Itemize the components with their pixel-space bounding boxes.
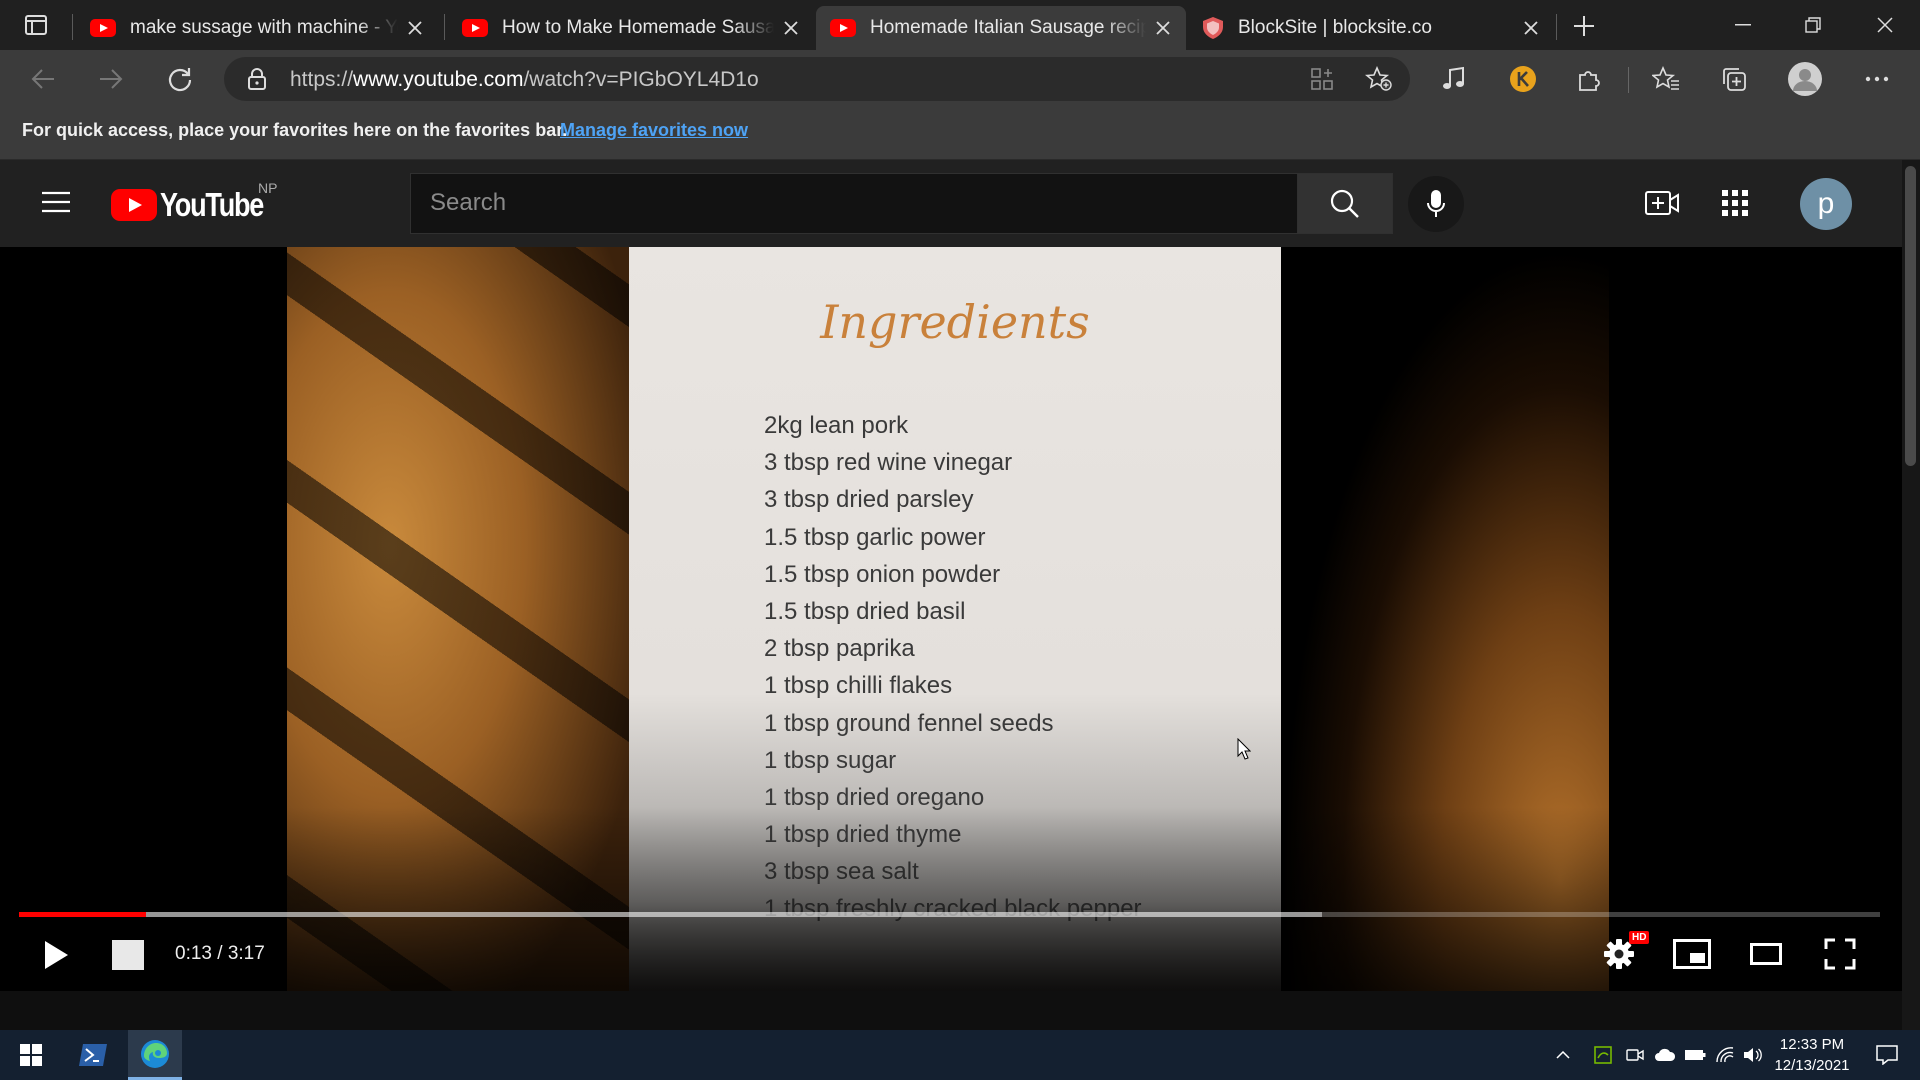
tab-title: make sussage with machine - YouTube	[130, 17, 398, 38]
favorites-bar-message: For quick access, place your favorites h…	[22, 120, 568, 140]
progress-buffered	[19, 912, 1322, 917]
account-avatar[interactable]: p	[1800, 178, 1852, 230]
tab-0[interactable]: make sussage with machine - YouTube	[76, 6, 438, 50]
tab-title: How to Make Homemade Sausage	[502, 17, 774, 38]
youtube-icon	[830, 19, 856, 37]
voice-search-button[interactable]	[1408, 176, 1464, 232]
stop-icon	[112, 940, 144, 970]
ingredient-item: 1 tbsp chilli flakes	[764, 672, 953, 700]
onedrive-cloud-icon[interactable]	[1650, 1030, 1680, 1080]
ingredient-item: 1 tbsp sugar	[764, 746, 897, 774]
youtube-icon	[462, 19, 488, 37]
scrollbar-thumb[interactable]	[1905, 166, 1916, 466]
minimize-icon[interactable]	[1708, 0, 1778, 50]
url-scheme: https://	[290, 68, 354, 91]
back-icon[interactable]	[20, 56, 66, 102]
play-icon	[43, 940, 69, 970]
clock-time: 12:33 PM	[1779, 1036, 1845, 1053]
app-available-icon[interactable]	[1299, 56, 1345, 102]
ingredients-title: Ingredients	[820, 295, 1090, 349]
close-tab-icon[interactable]	[398, 11, 432, 45]
ingredient-item: 1.5 tbsp onion powder	[764, 560, 1001, 588]
ingredient-item: 1 tbsp ground fennel seeds	[764, 709, 1054, 737]
ingredient-item: 1.5 tbsp garlic power	[764, 523, 986, 551]
extensions-puzzle-icon[interactable]	[1567, 56, 1613, 102]
extension-k-icon[interactable]	[1500, 56, 1546, 102]
url-text[interactable]: https://www.youtube.com/watch?v=PIGbOYL4…	[290, 68, 759, 92]
ingredient-item: 1.5 tbsp dried basil	[764, 597, 966, 625]
notifications-icon[interactable]	[1860, 1030, 1914, 1080]
restore-icon[interactable]	[1778, 0, 1848, 50]
miniplayer-icon	[1673, 939, 1711, 969]
profile-icon[interactable]	[1782, 56, 1828, 102]
search-input[interactable]	[410, 173, 1297, 234]
search-icon	[1330, 189, 1360, 219]
page-below-player	[0, 991, 1902, 1030]
theater-mode-button[interactable]	[1744, 932, 1788, 976]
theater-icon	[1750, 943, 1782, 965]
close-tab-icon[interactable]	[774, 11, 808, 45]
youtube-play-logo-icon	[111, 189, 157, 221]
tab-1[interactable]: How to Make Homemade Sausage	[448, 6, 814, 50]
add-favorite-star-icon[interactable]	[1356, 56, 1402, 102]
youtube-icon	[90, 19, 116, 37]
lock-icon[interactable]	[234, 56, 280, 102]
battery-icon[interactable]	[1680, 1030, 1710, 1080]
forward-icon[interactable]	[88, 56, 134, 102]
apps-grid-icon[interactable]	[1714, 182, 1756, 224]
meet-now-icon[interactable]	[1620, 1030, 1650, 1080]
tab-actions-icon[interactable]	[18, 8, 54, 42]
mouse-cursor	[1237, 738, 1251, 760]
favorites-bar: For quick access, place your favorites h…	[0, 108, 1920, 160]
clock-date: 12/13/2021	[1774, 1057, 1850, 1074]
new-tab-icon[interactable]	[1564, 6, 1604, 46]
tab-2-active[interactable]: Homemade Italian Sausage recipe	[816, 6, 1186, 50]
powershell-icon[interactable]	[66, 1030, 120, 1080]
wifi-icon[interactable]	[1710, 1030, 1740, 1080]
manage-favorites-link[interactable]: Manage favorites now	[560, 120, 748, 141]
microphone-icon	[1426, 189, 1446, 219]
time-display: 0:13 / 3:17	[175, 943, 265, 964]
close-tab-icon[interactable]	[1514, 11, 1548, 45]
stop-button[interactable]	[108, 935, 148, 975]
ingredient-item: 2 tbsp paprika	[764, 635, 915, 663]
windows-start-icon[interactable]	[4, 1030, 58, 1080]
url-path: /watch?v=PIGbOYL4D1o	[523, 68, 759, 91]
close-window-icon[interactable]	[1850, 0, 1920, 50]
region-code: NP	[258, 180, 278, 196]
favorites-icon[interactable]	[1643, 56, 1689, 102]
edge-browser-icon[interactable]	[128, 1030, 182, 1080]
collections-icon[interactable]	[1711, 56, 1757, 102]
hamburger-menu-icon[interactable]	[36, 182, 76, 222]
tab-3[interactable]: BlockSite | blocksite.co	[1188, 6, 1554, 50]
hd-badge: HD	[1629, 931, 1650, 944]
fullscreen-button[interactable]	[1818, 932, 1862, 976]
music-note-icon[interactable]	[1431, 56, 1477, 102]
miniplayer-button[interactable]	[1670, 932, 1714, 976]
url-host: www.youtube.com	[353, 68, 524, 91]
nvidia-tray-icon[interactable]	[1588, 1030, 1618, 1080]
show-hidden-icons-chevron-icon[interactable]	[1548, 1030, 1578, 1080]
play-button[interactable]	[36, 935, 76, 975]
search-placeholder: Search	[430, 189, 507, 216]
ingredient-item: 2kg lean pork	[764, 412, 909, 439]
search-button[interactable]	[1297, 173, 1393, 234]
youtube-logo-text: YouTube	[160, 186, 264, 223]
system-clock[interactable]: 12:33 PM 12/13/2021	[1760, 1034, 1864, 1076]
ingredient-item: 3 tbsp dried parsley	[764, 486, 974, 514]
fullscreen-icon	[1824, 938, 1856, 970]
tab-title: Homemade Italian Sausage recipe	[870, 17, 1146, 38]
ingredient-item: 3 tbsp red wine vinegar	[764, 449, 1013, 477]
close-tab-icon[interactable]	[1146, 11, 1180, 45]
refresh-icon[interactable]	[157, 56, 203, 102]
create-video-icon[interactable]	[1641, 182, 1683, 224]
progress-played	[19, 912, 146, 917]
more-menu-icon[interactable]	[1854, 56, 1900, 102]
blocksite-shield-icon	[1202, 16, 1224, 40]
video-player[interactable]: Ingredients 2kg lean pork 3 tbsp red wine…	[0, 247, 1902, 991]
tab-title: BlockSite | blocksite.co	[1238, 17, 1432, 38]
